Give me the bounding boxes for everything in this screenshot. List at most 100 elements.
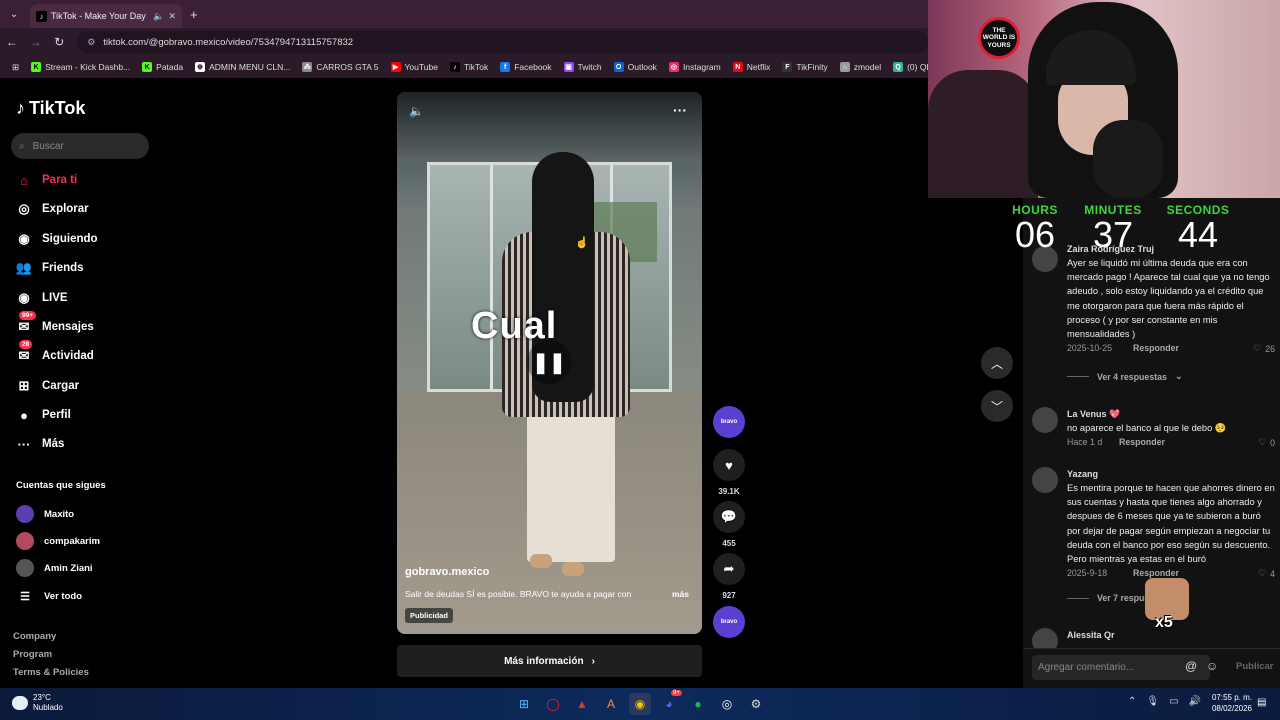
friends-icon: 👥 [15, 260, 33, 275]
video-more-link[interactable]: más [672, 589, 689, 599]
apps-icon[interactable]: ⊞ [6, 62, 25, 73]
reply-button[interactable]: Responder [1119, 437, 1165, 448]
video-username[interactable]: gobravo.mexico [405, 566, 489, 578]
bookmark-item[interactable]: ◎ Instagram [663, 62, 727, 72]
like-count: 39.1K [718, 487, 740, 496]
following-account[interactable]: Maxito [16, 505, 74, 523]
footer-link-terms[interactable]: Terms & Policies [13, 667, 89, 678]
nav-item-explorar[interactable]: ◎ Explorar [16, 201, 88, 217]
spotify-icon[interactable]: ● [687, 693, 709, 715]
pause-icon[interactable]: ❚❚ [527, 340, 571, 384]
mention-icon[interactable]: @ [1185, 659, 1197, 673]
nav-item-siguiendo[interactable]: ◉ Siguiendo [16, 231, 97, 247]
taskbar-clock[interactable]: 07:55 p. m. 08/02/2026 [1206, 693, 1252, 715]
nav-item-actividad[interactable]: ✉ 28 Actividad [16, 340, 94, 364]
browser-tab[interactable]: ♪ TikTok - Make Your Day 🔈 ✕ [30, 4, 182, 28]
new-tab-button[interactable]: + [190, 7, 198, 22]
bookmark-item[interactable]: N Netflix [727, 62, 777, 72]
bookmark-item[interactable]: f Facebook [494, 62, 557, 72]
nav-item-cargar[interactable]: ⊞ Cargar [16, 378, 80, 394]
bookmark-item[interactable]: ♪ TikTok [444, 62, 494, 72]
footer-link-program[interactable]: Program [13, 649, 52, 660]
steam-icon[interactable]: ⚙ [745, 693, 767, 715]
comment-username[interactable]: Alessita Qr [1067, 630, 1115, 640]
chevron-up-icon[interactable]: ⌃ [1128, 696, 1136, 707]
avatar[interactable] [1032, 467, 1058, 493]
messages-icon: ✉ 99+ [16, 311, 37, 335]
following-account[interactable]: Amin Ziani [16, 559, 93, 577]
site-info-icon[interactable]: ⚙ [87, 37, 95, 48]
nav-item-perfil[interactable]: ● Perfil [16, 407, 71, 423]
heart-icon: ♥ [713, 449, 745, 481]
bookmark-item[interactable]: ▣ Twitch [558, 62, 608, 72]
reload-button[interactable]: ↻ [47, 35, 71, 49]
comment-username[interactable]: La Venus 💖 [1067, 409, 1120, 420]
bookmark-item[interactable]: ⊕ ADMIN MENU CLN... [189, 62, 296, 72]
avatar[interactable] [1032, 407, 1058, 433]
bookmark-label: Twitch [577, 62, 602, 72]
tab-search-button[interactable]: ⌄ [2, 3, 26, 25]
comment-like-button[interactable]: ♡ 4 [1258, 568, 1275, 579]
windows-start-icon[interactable]: ⊞ [513, 693, 535, 715]
view-replies-button[interactable]: Ver 4 respuestas ⌄ [1067, 371, 1182, 382]
more-info-button[interactable]: Más información › [397, 645, 702, 677]
bookmark-item[interactable]: ⌂ zmodel [834, 62, 887, 72]
webcam-overlay: THE WORLD IS YOURS [928, 0, 1280, 198]
bookmark-label: Outlook [627, 62, 657, 72]
creator-avatar[interactable]: bravo [713, 406, 745, 438]
comment-like-button[interactable]: ♡ 26 [1253, 343, 1275, 354]
bookmark-item[interactable]: ▶ YouTube [385, 62, 444, 72]
video-player[interactable]: Cual ❚❚ 🔈 ··· ☝ gobravo.mexico Salir de … [397, 92, 702, 634]
app-a-icon[interactable]: A [600, 693, 622, 715]
bookmark-item[interactable]: Q(0) QbCore - Res [887, 62, 928, 72]
opera-icon[interactable]: ◯ [542, 693, 564, 715]
following-name: Amin Ziani [44, 562, 93, 574]
bookmark-item[interactable]: F TikFinity [776, 62, 833, 72]
forward-button[interactable]: → [24, 35, 48, 49]
obs-icon[interactable]: ◎ [716, 693, 738, 715]
url-field[interactable]: ⚙ tiktok.com/@gobravo.mexico/video/75347… [77, 31, 928, 53]
publish-button[interactable]: Publicar [1236, 661, 1274, 672]
search-input[interactable]: ⌕ Buscar [11, 133, 149, 159]
reply-button[interactable]: Responder [1133, 343, 1179, 354]
comment-button[interactable]: 💬 455 [713, 501, 745, 548]
volume-icon[interactable]: 🔈 [409, 104, 424, 118]
weather-widget[interactable]: 23°C Nublado [12, 693, 63, 712]
back-button[interactable]: ← [0, 35, 24, 49]
ver-todo-link[interactable]: ☰ Ver todo [16, 590, 82, 603]
bookmark-item[interactable]: ⁂ CARROS GTA 5 [296, 62, 384, 72]
comment-input[interactable]: Agregar comentario... [1032, 655, 1210, 680]
nav-item-para-ti[interactable]: ⌂ Para ti [16, 172, 77, 188]
tiktok-logo[interactable]: ♪ TikTok [16, 98, 85, 119]
bookmark-item[interactable]: O Outlook [608, 62, 663, 72]
volume-icon[interactable]: 🔊 [1189, 696, 1201, 707]
activity-icon: ✉ 28 [16, 340, 33, 364]
discord-icon[interactable]: ◕ 9+ [658, 690, 682, 715]
previous-video-button[interactable]: ︿ [981, 347, 1013, 379]
heart-outline-icon: ♡ [1258, 437, 1267, 447]
speaker-icon[interactable]: 🔈 [153, 11, 164, 22]
video-more-icon[interactable]: ··· [673, 102, 687, 118]
bookmark-item[interactable]: K Patada [136, 62, 189, 72]
chrome-icon[interactable]: ◉ [629, 693, 651, 715]
nav-item-live[interactable]: ◉ LIVE [16, 290, 67, 306]
comment-username[interactable]: Yazang [1067, 469, 1098, 479]
app-triangle-icon[interactable]: ▲ [571, 693, 593, 715]
music-disc[interactable]: bravo [713, 606, 745, 638]
emoji-icon[interactable]: ☺ [1206, 659, 1218, 673]
like-button[interactable]: ♥ 39.1K [713, 449, 745, 496]
next-video-button[interactable]: ﹀ [981, 390, 1013, 422]
network-icon[interactable]: ▭ [1169, 696, 1178, 707]
share-button[interactable]: ➦ 927 [713, 553, 745, 600]
nav-item-friends[interactable]: 👥 Friends [16, 260, 84, 276]
footer-link-company[interactable]: Company [13, 631, 56, 642]
close-tab-icon[interactable]: ✕ [168, 11, 176, 22]
notification-icon[interactable]: ▤ [1257, 697, 1266, 708]
search-icon: ⌕ [19, 140, 25, 152]
nav-item-mensajes[interactable]: ✉ 99+ Mensajes [16, 311, 94, 335]
following-account[interactable]: compakarim [16, 532, 100, 550]
comment-like-button[interactable]: ♡ 0 [1258, 437, 1275, 448]
bookmark-item[interactable]: K Stream - Kick Dashb... [25, 62, 136, 72]
nav-item-más[interactable]: ··· Más [16, 436, 65, 452]
microphone-icon[interactable]: 🎙 [1146, 696, 1159, 707]
